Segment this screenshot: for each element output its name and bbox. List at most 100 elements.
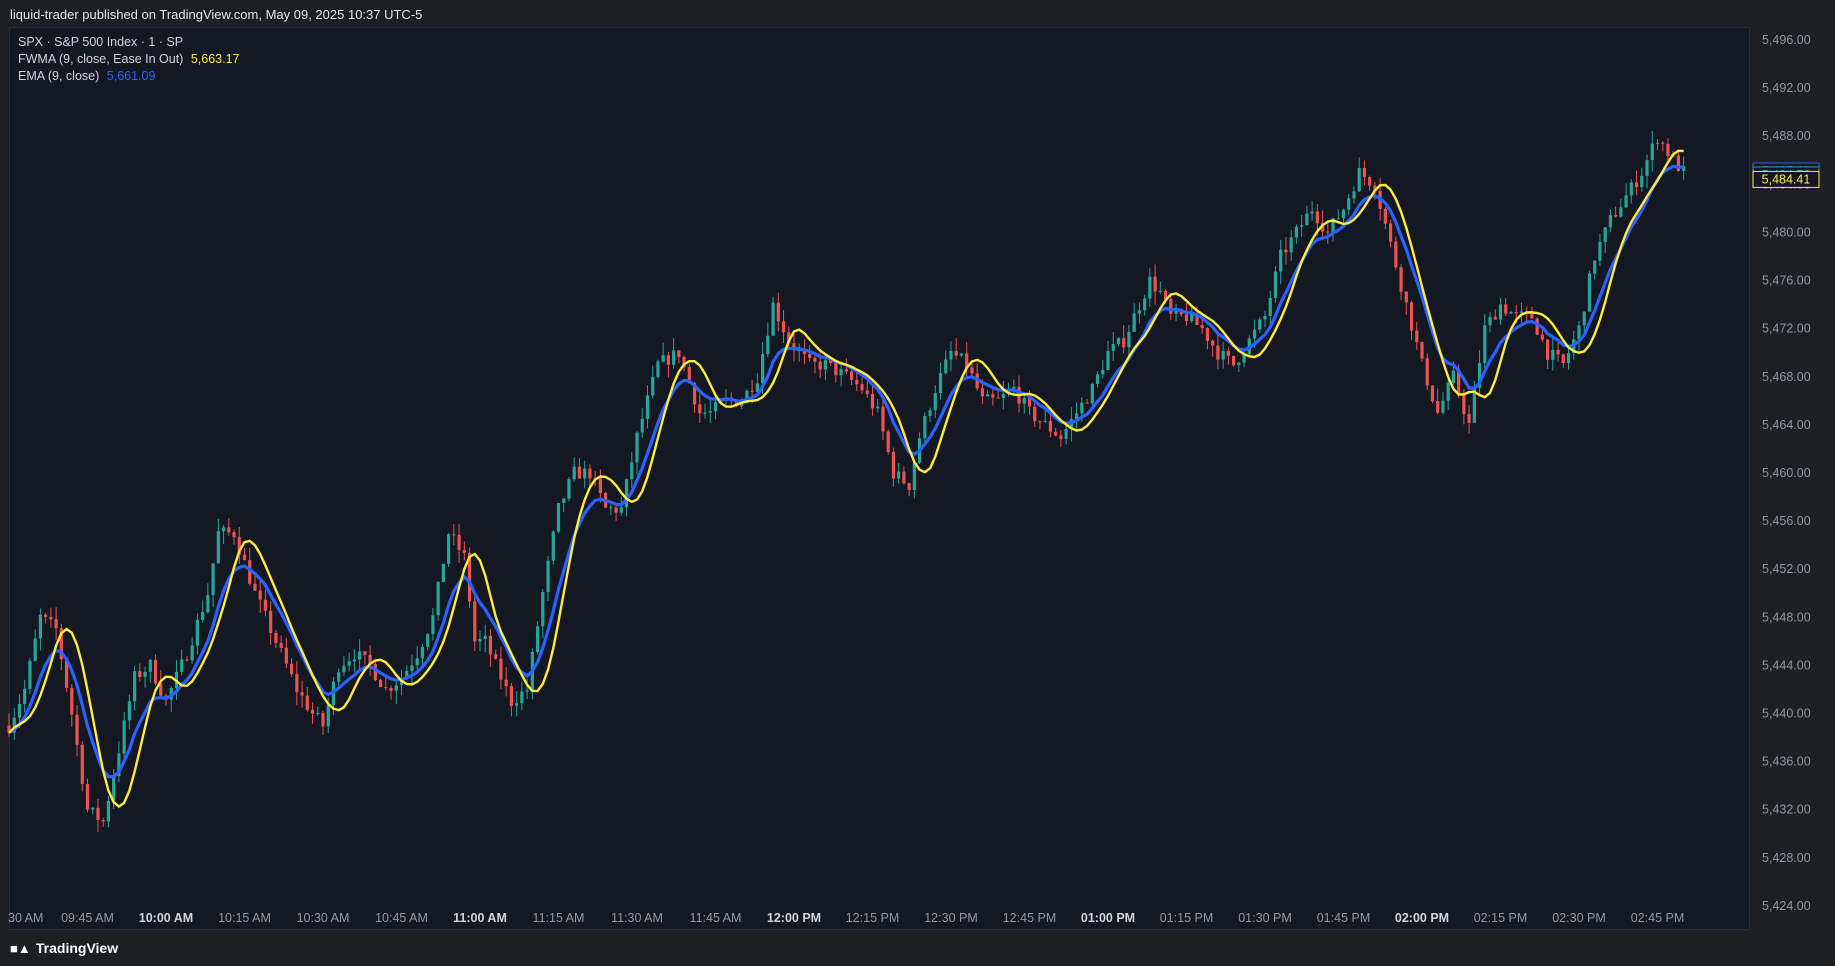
candle-body bbox=[1425, 358, 1429, 386]
candle-body bbox=[640, 418, 644, 433]
fwma-value: 5,663.17 bbox=[190, 52, 240, 66]
y-tick-label: 5,432.00 bbox=[1762, 803, 1811, 817]
candle-body bbox=[258, 590, 262, 600]
price-chart[interactable]: 5,424.00 5,428.00 5,432.00 5,436.00 5,440.00… bbox=[0, 0, 1835, 966]
candle-body bbox=[70, 687, 74, 715]
candle-body bbox=[1237, 362, 1241, 366]
candle-body bbox=[1661, 142, 1665, 144]
candle-body bbox=[1619, 207, 1623, 217]
tradingview-brand[interactable]: ■▲ TradingView bbox=[10, 940, 118, 956]
candle-body bbox=[954, 350, 958, 356]
x-tick-label: 10:45 AM bbox=[375, 911, 428, 925]
candle-body bbox=[321, 713, 325, 727]
candle-body bbox=[232, 532, 236, 538]
candle-body bbox=[1059, 435, 1063, 439]
candle-body bbox=[96, 807, 100, 821]
candle-body bbox=[180, 659, 184, 672]
candle-body bbox=[661, 355, 665, 362]
candle-body bbox=[834, 363, 838, 376]
candle-body bbox=[1279, 249, 1283, 272]
candle-body bbox=[813, 357, 817, 362]
candle-body bbox=[373, 663, 377, 681]
candle-body bbox=[452, 534, 456, 536]
candle-body bbox=[211, 563, 215, 596]
y-tick-label: 5,428.00 bbox=[1762, 851, 1811, 865]
candle-body bbox=[1441, 400, 1445, 413]
legend-symbol[interactable]: SPX · S&P 500 Index · 1 · SP bbox=[18, 34, 239, 51]
candle-body bbox=[1383, 208, 1387, 224]
candle-body bbox=[1587, 273, 1592, 312]
candle-body bbox=[1336, 218, 1340, 220]
candle-body bbox=[881, 406, 885, 432]
candle-body bbox=[562, 498, 566, 503]
candle-body bbox=[944, 359, 948, 374]
legend-fwma[interactable]: FWMA (9, close, Ease In Out) 5,663.17 bbox=[18, 51, 239, 68]
candle-body bbox=[588, 468, 592, 479]
candle-body bbox=[185, 659, 189, 661]
candle-body bbox=[1148, 276, 1152, 299]
candle-body bbox=[310, 709, 315, 714]
candle-body bbox=[870, 393, 875, 409]
candle-body bbox=[713, 402, 718, 412]
candle-body bbox=[996, 397, 1000, 399]
candle-body bbox=[1519, 311, 1524, 313]
candle-body bbox=[190, 645, 194, 661]
candle-body bbox=[1498, 304, 1503, 320]
candle-body bbox=[1200, 324, 1204, 329]
x-tick-label: 11:30 AM bbox=[611, 911, 663, 925]
chart-legend: SPX · S&P 500 Index · 1 · SP FWMA (9, cl… bbox=[18, 34, 239, 85]
candle-body bbox=[1415, 330, 1419, 343]
candle-body bbox=[504, 679, 508, 687]
x-tick-label: 02:45 PM bbox=[1631, 911, 1685, 925]
candle-body bbox=[201, 612, 205, 620]
candle-body bbox=[394, 685, 398, 691]
candle-body bbox=[1451, 370, 1455, 383]
candle-body bbox=[1033, 406, 1037, 422]
candle-body bbox=[148, 659, 152, 672]
candle-body bbox=[1184, 314, 1189, 322]
candle-body bbox=[122, 720, 126, 754]
candle-body bbox=[860, 384, 864, 391]
candle-body bbox=[808, 354, 812, 358]
candle-body bbox=[478, 638, 482, 642]
candle-body bbox=[1420, 342, 1424, 359]
candle-body bbox=[499, 658, 503, 680]
candle-body bbox=[1221, 351, 1225, 360]
candle-body bbox=[1143, 298, 1147, 311]
candle-body bbox=[420, 646, 425, 659]
candle-body bbox=[1216, 345, 1220, 360]
candle-body bbox=[1169, 298, 1173, 314]
candle-body bbox=[583, 468, 587, 479]
candle-body bbox=[645, 395, 650, 419]
candle-body bbox=[483, 635, 487, 639]
candle-body bbox=[305, 695, 309, 710]
candle-body bbox=[1389, 223, 1393, 242]
candle-body bbox=[703, 412, 707, 414]
fwma-line bbox=[8, 149, 1684, 809]
candle-body bbox=[551, 531, 555, 561]
candle-body bbox=[1640, 175, 1644, 188]
candle-body bbox=[352, 659, 356, 662]
candle-body bbox=[138, 671, 142, 678]
candle-body bbox=[1614, 215, 1618, 217]
candle-body bbox=[279, 642, 283, 648]
legend-ema[interactable]: EMA (9, close) 5,661.09 bbox=[18, 68, 239, 85]
y-tick-label: 5,424.00 bbox=[1762, 899, 1811, 913]
y-tick-label: 5,496.00 bbox=[1762, 33, 1811, 47]
x-tick-label: 01:00 PM bbox=[1081, 911, 1135, 925]
candle-body bbox=[494, 654, 498, 659]
candle-body bbox=[143, 671, 147, 678]
candle-body bbox=[980, 388, 984, 397]
candle-body bbox=[106, 800, 111, 822]
candle-body bbox=[1566, 353, 1571, 364]
candle-body bbox=[1137, 310, 1141, 314]
candle-body bbox=[776, 302, 780, 322]
candle-body bbox=[509, 686, 513, 706]
candle-body bbox=[651, 376, 655, 396]
candle-body bbox=[1085, 402, 1089, 404]
tradingview-logo-icon: ■▲ bbox=[10, 941, 31, 956]
candle-body bbox=[1430, 385, 1435, 402]
fwma-price-label: 5,484.41 bbox=[1762, 172, 1811, 186]
candle-body bbox=[1064, 428, 1068, 439]
candle-body bbox=[17, 703, 22, 718]
